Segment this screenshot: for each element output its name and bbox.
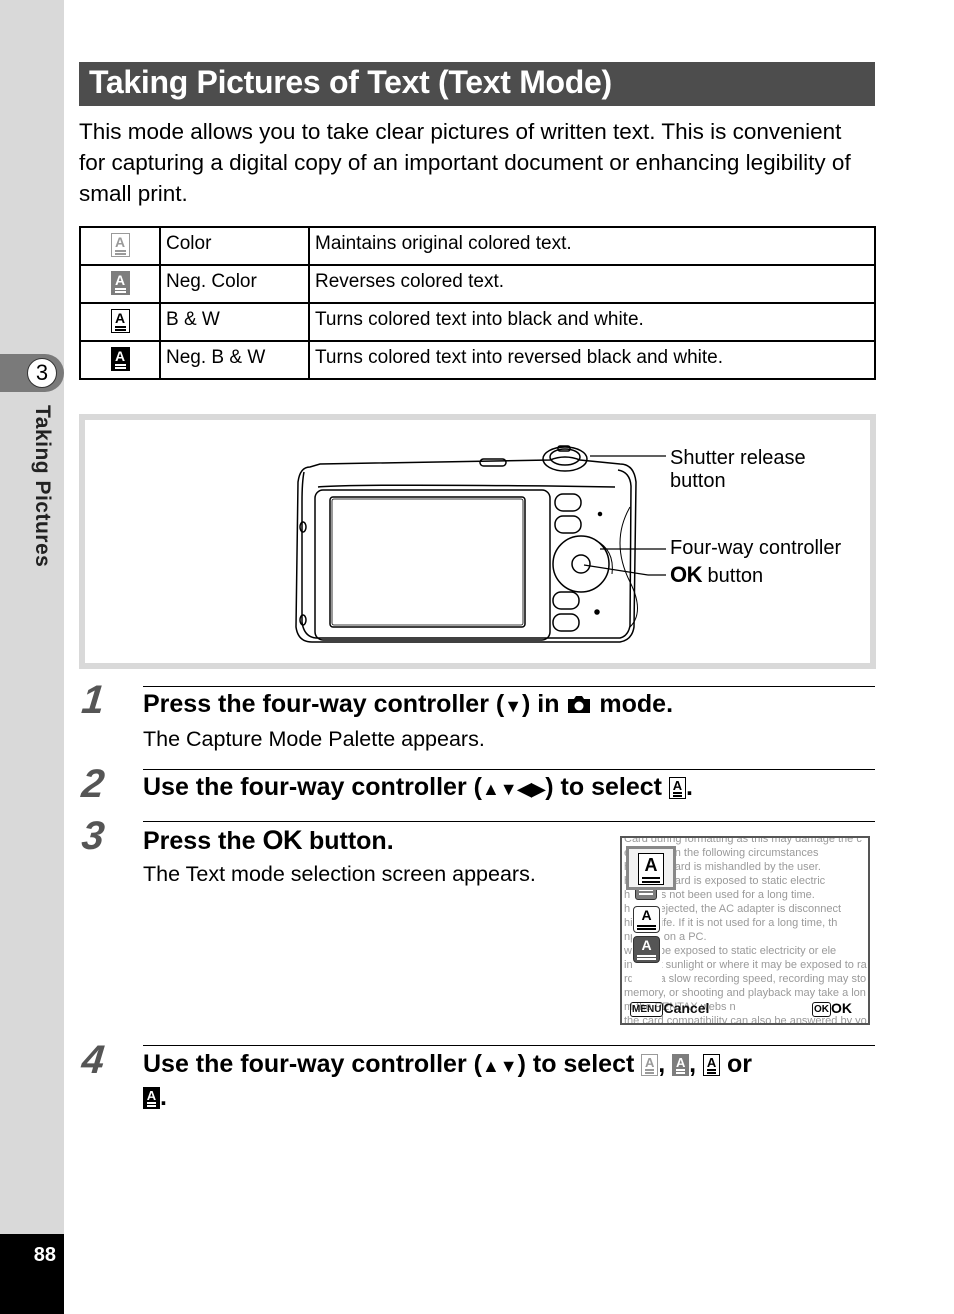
step-text: ) in bbox=[522, 690, 567, 718]
callout-line: Shutter release bbox=[670, 447, 806, 469]
mode-name: Color bbox=[159, 226, 310, 266]
step-text: , bbox=[689, 1050, 704, 1078]
bg-line: memory, or shooting and playback may tak… bbox=[624, 987, 866, 999]
selected-mode-highlight[interactable]: A bbox=[626, 846, 676, 890]
step-text: , bbox=[658, 1050, 673, 1078]
text-bw-icon: A bbox=[703, 1054, 721, 1077]
step-4-title: Use the four-way controller (▲▼) to sele… bbox=[143, 1049, 875, 1113]
four-way-arrows-icon: ▲▼◀▶ bbox=[481, 779, 546, 799]
bg-line: Card during formatting as this may damag… bbox=[624, 836, 862, 845]
mode-description: Turns colored text into reversed black a… bbox=[308, 340, 876, 380]
menu-badge: MENU bbox=[630, 1001, 664, 1017]
cancel-button[interactable]: MENU Cancel bbox=[630, 1000, 709, 1017]
step-1-title: Press the four-way controller (▼) in mod… bbox=[143, 690, 673, 719]
selected-text-color-icon: A bbox=[638, 853, 664, 885]
step-divider bbox=[143, 1045, 875, 1046]
step-3-title: Press the OK button. bbox=[143, 825, 394, 856]
step-number: 2 bbox=[79, 762, 107, 806]
step-1-subtitle: The Capture Mode Palette appears. bbox=[143, 727, 485, 751]
text-bw-icon: A bbox=[110, 309, 130, 333]
text-mode-selection-screen: Card during formatting as this may damag… bbox=[620, 836, 870, 1025]
cancel-label: Cancel bbox=[663, 1000, 710, 1016]
table-row: A Neg. Color Reverses colored text. bbox=[79, 264, 876, 304]
palette-bw-icon[interactable]: A bbox=[633, 906, 660, 933]
mode-name: Neg. Color bbox=[159, 264, 310, 304]
ok-label: OK bbox=[831, 1000, 852, 1016]
table-row: A B & W Turns colored text into black an… bbox=[79, 302, 876, 342]
text-mode-icon: A bbox=[668, 777, 686, 800]
step-text: ) to select bbox=[517, 1050, 642, 1078]
step-text: button. bbox=[302, 827, 394, 855]
callout-line: button bbox=[670, 470, 726, 492]
text-color-icon: A bbox=[641, 1054, 659, 1077]
text-neg-color-icon: A bbox=[110, 271, 130, 295]
step-text: . bbox=[160, 1083, 167, 1111]
ok-button-callout: OK button bbox=[670, 563, 763, 588]
step-number: 1 bbox=[79, 678, 107, 722]
mode-description: Turns colored text into black and white. bbox=[308, 302, 876, 342]
step-text: Use the four-way controller ( bbox=[143, 1050, 482, 1078]
step-divider bbox=[143, 686, 875, 687]
mode-description: Reverses colored text. bbox=[308, 264, 876, 304]
text-neg-bw-icon: A bbox=[110, 347, 130, 371]
camera-back-illustration bbox=[295, 445, 666, 643]
step-text: Press the bbox=[143, 827, 263, 855]
up-down-arrows-icon: ▲▼ bbox=[481, 1056, 518, 1076]
step-2-title: Use the four-way controller (▲▼◀▶) to se… bbox=[143, 773, 693, 802]
step-divider bbox=[143, 769, 875, 770]
mode-description: Maintains original colored text. bbox=[308, 226, 876, 266]
palette-neg-bw-icon[interactable]: A bbox=[633, 936, 660, 963]
callout-text: button bbox=[702, 565, 764, 587]
text-neg-color-icon: A bbox=[672, 1054, 690, 1077]
four-way-controller-callout: Four-way controller bbox=[670, 537, 842, 559]
table-row: A Neg. B & W Turns colored text into rev… bbox=[79, 340, 876, 380]
step-text: or bbox=[720, 1050, 753, 1078]
step-divider bbox=[143, 821, 875, 822]
step-text: ) to select bbox=[545, 773, 669, 801]
camera-mode-icon bbox=[568, 696, 591, 713]
step-number: 3 bbox=[79, 814, 107, 858]
step-number: 4 bbox=[79, 1038, 107, 1082]
page-title: Taking Pictures of Text (Text Mode) bbox=[89, 64, 612, 100]
chapter-number: 3 bbox=[27, 358, 57, 388]
ok-button[interactable]: OK OK bbox=[812, 1000, 852, 1017]
intro-paragraph: This mode allows you to take clear pictu… bbox=[79, 119, 851, 206]
ok-glyph: OK bbox=[262, 825, 303, 855]
text-modes-table: A Color Maintains original colored text.… bbox=[79, 226, 876, 380]
mode-name: B & W bbox=[159, 302, 310, 342]
text-color-icon: A bbox=[110, 233, 130, 257]
ok-glyph: OK bbox=[670, 562, 703, 587]
page-number: 88 bbox=[33, 1244, 56, 1266]
palette-column: A A bbox=[632, 878, 662, 988]
ok-badge: OK bbox=[812, 1001, 831, 1017]
chapter-title: Taking Pictures bbox=[31, 405, 54, 568]
table-row: A Color Maintains original colored text. bbox=[79, 226, 876, 266]
step-text: . bbox=[685, 773, 693, 801]
step-text: Use the four-way controller ( bbox=[143, 773, 482, 801]
arrow-down-icon: ▼ bbox=[504, 696, 523, 716]
sidebar-strip bbox=[0, 0, 64, 1234]
shutter-release-callout: Shutter release button bbox=[670, 447, 806, 493]
step-3-subtitle: The Text mode selection screen appears. bbox=[143, 862, 536, 886]
text-neg-bw-icon: A bbox=[143, 1087, 160, 1110]
step-text: mode. bbox=[592, 690, 674, 718]
step-text: Press the four-way controller ( bbox=[143, 690, 505, 718]
mode-name: Neg. B & W bbox=[159, 340, 310, 380]
